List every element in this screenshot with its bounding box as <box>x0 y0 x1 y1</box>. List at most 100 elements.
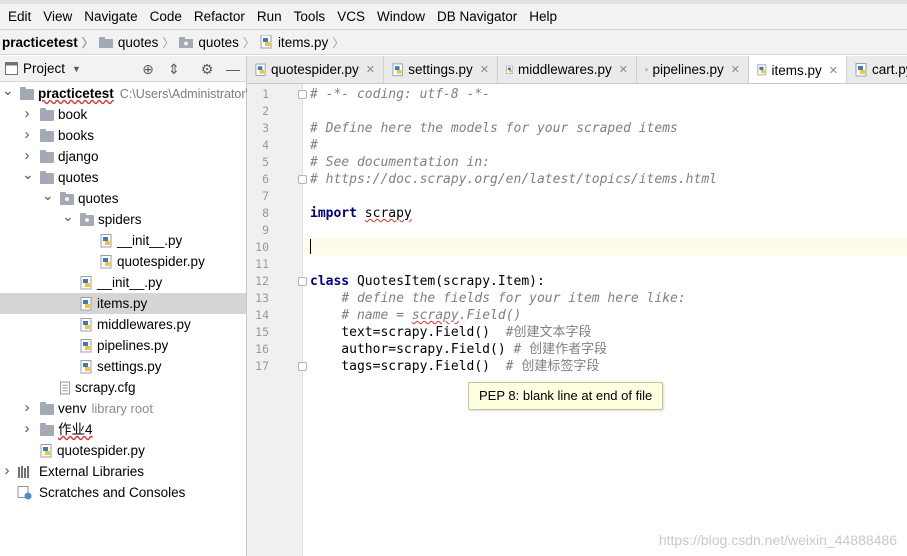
menu-window[interactable]: Window <box>371 4 431 29</box>
chevron-right-icon[interactable]: › <box>22 398 32 419</box>
chevron-down-icon[interactable]: ⌄ <box>22 167 34 188</box>
tab-pipelines[interactable]: pipelines.py ✕ <box>637 56 749 83</box>
folder-icon <box>40 150 54 163</box>
menu-edit[interactable]: Edit <box>2 4 37 29</box>
line-number: 9 <box>262 223 269 237</box>
code-line[interactable]: # See documentation in: <box>310 154 490 171</box>
close-icon[interactable]: ✕ <box>829 64 838 77</box>
breadcrumb-project[interactable]: practicetest 〉 <box>2 34 99 51</box>
chevron-right-icon[interactable]: › <box>22 104 32 125</box>
package-icon <box>179 36 194 48</box>
menu-view[interactable]: View <box>37 4 78 29</box>
code-line[interactable]: # Define here the models for your scrape… <box>310 120 678 137</box>
chevron-right-icon[interactable]: › <box>22 419 32 440</box>
fold-marker-icon[interactable] <box>298 175 307 184</box>
project-view-selector[interactable]: Project <box>23 61 65 76</box>
tree-item-text: settings.py <box>97 359 162 374</box>
tree-item-django[interactable]: › django <box>0 146 246 167</box>
menu-code[interactable]: Code <box>144 4 188 29</box>
tab-settings[interactable]: settings.py ✕ <box>384 56 498 83</box>
chevron-right-icon[interactable]: › <box>2 461 12 482</box>
code-line[interactable]: text=scrapy.Field() #创建文本字段 <box>310 324 591 341</box>
tree-item-items-py[interactable]: items.py <box>0 293 246 314</box>
tab-middlewares[interactable]: middlewares.py ✕ <box>498 56 637 83</box>
line-number: 14 <box>255 308 269 322</box>
menu-help[interactable]: Help <box>523 4 563 29</box>
chevron-right-icon[interactable]: › <box>22 125 32 146</box>
menu-bar: Edit View Navigate Code Refactor Run Too… <box>0 4 907 29</box>
line-number: 13 <box>255 291 269 305</box>
chevron-right-icon[interactable]: › <box>22 146 32 167</box>
chevron-down-icon[interactable]: ⌄ <box>62 209 74 230</box>
tree-item-init-py[interactable]: __init__.py <box>0 272 246 293</box>
tree-item-text: pipelines.py <box>97 338 169 353</box>
tree-item-quotespider-py[interactable]: quotespider.py <box>0 251 246 272</box>
tree-item-books[interactable]: › books <box>0 125 246 146</box>
collapse-icon[interactable]: ⇕ <box>166 61 182 77</box>
tree-item-book[interactable]: › book <box>0 104 246 125</box>
tab-items[interactable]: items.py ✕ <box>749 56 847 83</box>
menu-navigate[interactable]: Navigate <box>78 4 143 29</box>
code-line[interactable]: author=scrapy.Field() # 创建作者字段 <box>310 341 607 358</box>
menu-vcs[interactable]: VCS <box>331 4 371 29</box>
breadcrumb-folder-quotes[interactable]: quotes 〉 <box>98 34 180 51</box>
close-icon[interactable]: ✕ <box>480 63 489 76</box>
code-editor[interactable]: 1 2 3 4 5 6 7 8 9 10 11 12 13 14 15 16 17 # -*- coding: … <box>247 84 907 556</box>
code-line[interactable]: # name = scrapy.Field() <box>310 307 521 324</box>
code-line[interactable]: # https://doc.scrapy.org/en/latest/topic… <box>310 171 717 188</box>
tree-item-label: __init__.py <box>117 230 182 251</box>
code-line[interactable]: # -*- coding: utf-8 -*- <box>310 86 490 103</box>
code-line[interactable]: # <box>310 137 318 154</box>
menu-db-navigator[interactable]: DB Navigator <box>431 4 523 29</box>
tree-item-scrapy-cfg[interactable]: scrapy.cfg <box>0 377 246 398</box>
breadcrumb-package-quotes[interactable]: quotes 〉 <box>179 34 260 51</box>
tree-item-label: scrapy.cfg <box>75 377 136 398</box>
tree-item-subtext: library root <box>91 401 153 416</box>
breadcrumb-file[interactable]: items.py 〉 <box>260 34 349 51</box>
tree-item-quotes[interactable]: ⌄ quotes <box>0 188 246 209</box>
chevron-down-icon[interactable]: ⌄ <box>42 188 54 209</box>
tree-item-label: quotes <box>78 188 119 209</box>
menu-refactor[interactable]: Refactor <box>188 4 251 29</box>
close-icon[interactable]: ✕ <box>619 63 628 76</box>
tree-item-label: Scratches and Consoles <box>39 482 185 503</box>
gear-icon[interactable]: ⚙ <box>199 61 215 77</box>
chevron-down-icon[interactable]: ⌄ <box>2 83 14 104</box>
fold-marker-icon[interactable] <box>298 277 307 286</box>
menu-tools[interactable]: Tools <box>288 4 332 29</box>
chevron-right-icon: 〉 <box>81 35 94 50</box>
project-panel-header: Project ▼ ⊕ ⇕ ⚙ — <box>0 56 246 82</box>
tree-item-label: django <box>58 146 99 167</box>
fold-marker-icon[interactable] <box>298 90 307 99</box>
tree-item-practicetest[interactable]: ⌄ practicetest C:\Users\Administrator\ <box>0 83 249 104</box>
tree-item-quotes[interactable]: ⌄ quotes <box>0 167 246 188</box>
close-icon[interactable]: ✕ <box>731 63 740 76</box>
tree-item-venv[interactable]: › venv library root <box>0 398 246 419</box>
line-number: 11 <box>255 257 269 271</box>
code-line[interactable]: tags=scrapy.Field() # 创建标签字段 <box>310 358 599 375</box>
tree-item-4[interactable]: › 作业4 <box>0 419 246 440</box>
tree-item-quotespider-py[interactable]: quotespider.py <box>0 440 246 461</box>
minimize-icon[interactable]: — <box>225 61 241 77</box>
menu-run[interactable]: Run <box>251 4 288 29</box>
code-line[interactable]: class QuotesItem(scrapy.Item): <box>310 273 545 290</box>
tree-item-label: venv library root <box>58 398 153 419</box>
tree-item-scratches-and-consoles[interactable]: Scratches and Consoles <box>0 482 246 503</box>
folder-icon <box>20 87 34 100</box>
chevron-down-icon[interactable]: ▼ <box>72 64 81 74</box>
code-line[interactable]: # define the fields for your item here l… <box>310 290 685 307</box>
tab-quotespider[interactable]: quotespider.py ✕ <box>247 56 384 83</box>
tree-item-spiders[interactable]: ⌄ spiders <box>0 209 246 230</box>
tab-cart[interactable]: cart.py <box>847 56 907 83</box>
tree-item-pipelines-py[interactable]: pipelines.py <box>0 335 246 356</box>
close-icon[interactable]: ✕ <box>366 63 375 76</box>
tree-item-middlewares-py[interactable]: middlewares.py <box>0 314 246 335</box>
fold-marker-icon[interactable] <box>298 362 307 371</box>
target-icon[interactable]: ⊕ <box>140 61 156 77</box>
code-line[interactable]: import scrapy <box>310 205 412 222</box>
tree-item-settings-py[interactable]: settings.py <box>0 356 246 377</box>
project-tool-window: Project ▼ ⊕ ⇕ ⚙ — ⌄ practicetest C:\Users\… <box>0 56 249 556</box>
tree-item-init-py[interactable]: __init__.py <box>0 230 246 251</box>
tab-label: middlewares.py <box>517 62 612 77</box>
tree-item-external-libraries[interactable]: › External Libraries <box>0 461 246 482</box>
